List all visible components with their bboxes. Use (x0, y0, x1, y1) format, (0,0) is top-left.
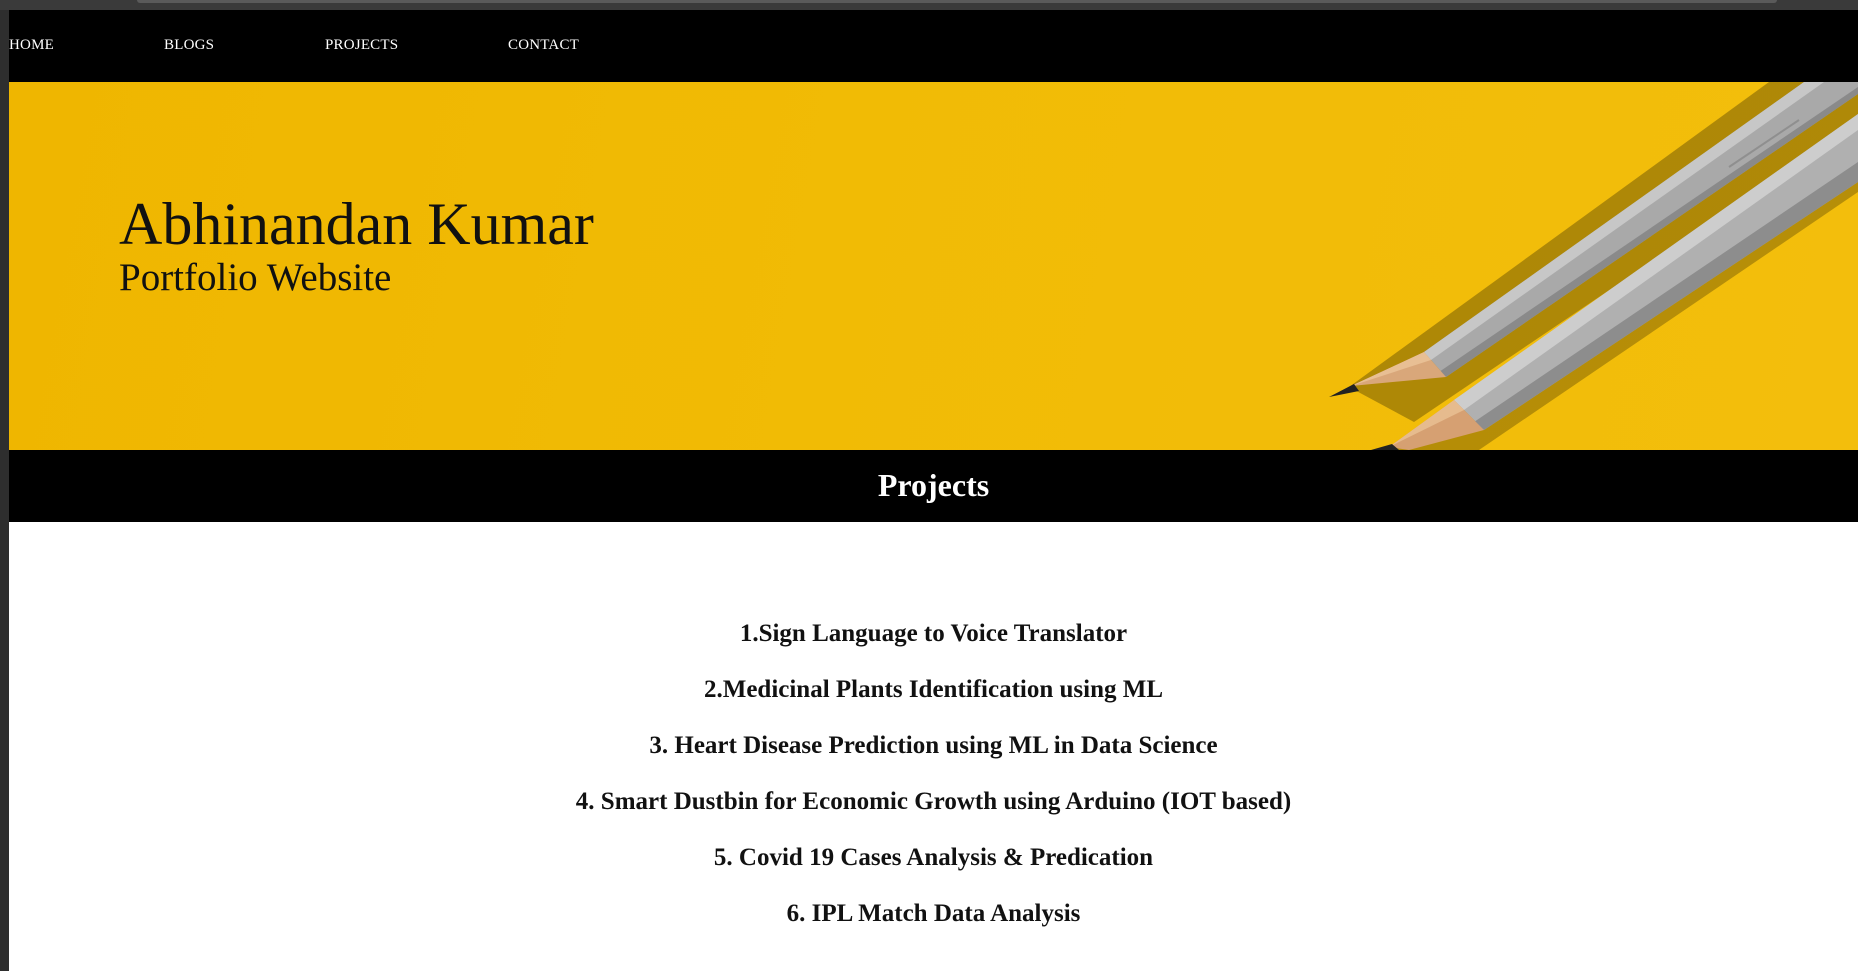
project-item: 6. IPL Match Data Analysis (786, 900, 1081, 927)
top-navigation: HOME BLOGS PROJECTS CONTACT (9, 10, 1858, 82)
project-item: 5. Covid 19 Cases Analysis & Predication (713, 844, 1154, 871)
browser-top-chrome (0, 0, 1858, 10)
project-item: 4. Smart Dustbin for Economic Growth usi… (575, 788, 1292, 815)
nav-link-blogs[interactable]: BLOGS (164, 37, 214, 54)
hero-title: Abhinandan Kumar (119, 191, 594, 257)
hero-banner: Abhinandan Kumar Portfolio Website (9, 82, 1858, 450)
browser-left-edge (0, 10, 9, 971)
projects-list: 1.Sign Language to Voice Translator 2.Me… (9, 522, 1858, 942)
hero-subtitle: Portfolio Website (119, 256, 392, 299)
portfolio-page: HOME BLOGS PROJECTS CONTACT Abhinandan K… (9, 10, 1858, 971)
nav-link-home[interactable]: HOME (9, 37, 54, 54)
nav-link-contact[interactable]: CONTACT (508, 37, 579, 54)
project-item: 1.Sign Language to Voice Translator (739, 620, 1128, 647)
section-title: Projects (877, 467, 990, 503)
nav-link-projects[interactable]: PROJECTS (325, 37, 398, 54)
projects-heading-bar: Projects (9, 450, 1858, 522)
browser-tab-strip (137, 0, 1777, 3)
project-item: 3. Heart Disease Prediction using ML in … (649, 732, 1218, 759)
project-item: 2.Medicinal Plants Identification using … (703, 676, 1164, 703)
